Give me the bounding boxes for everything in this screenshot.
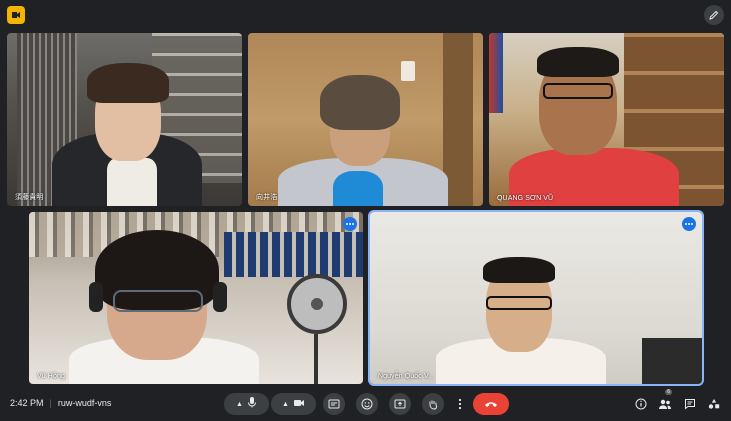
electric-fan — [287, 274, 347, 334]
participant-name: QUANG SƠN VŨ — [497, 195, 554, 202]
binders — [224, 232, 363, 277]
raise-hand-icon — [429, 400, 437, 410]
captions-icon — [328, 399, 340, 409]
flag — [489, 33, 503, 113]
more-options-button[interactable] — [449, 393, 471, 415]
clock-time: 2:42 PM — [10, 398, 44, 408]
chat-button[interactable] — [681, 395, 699, 413]
person-shirt — [107, 158, 157, 206]
participant-tile[interactable]: 須藤貴明 — [7, 33, 242, 206]
chevron-up-icon[interactable]: ▲ — [236, 401, 243, 408]
more-vert-icon — [458, 398, 462, 410]
fan-stand — [314, 334, 318, 384]
meet-logo-icon — [7, 6, 25, 24]
participant-name: Nguyễn Quốc V... — [378, 373, 435, 380]
participant-name: 須藤貴明 — [15, 194, 44, 201]
captions-button[interactable] — [323, 393, 345, 415]
emoji-icon — [361, 398, 373, 410]
speaking-indicator-icon — [343, 217, 357, 231]
people-count-badge: 6 — [665, 389, 672, 395]
more-options-icon[interactable] — [682, 217, 696, 231]
participant-name: 向井浩 — [256, 194, 278, 201]
meeting-details-button[interactable] — [632, 395, 650, 413]
participant-tile[interactable]: QUANG SƠN VŨ — [489, 33, 724, 206]
glasses — [486, 296, 552, 310]
camera-control[interactable]: ▲ — [271, 393, 316, 415]
camera-icon[interactable] — [293, 395, 305, 413]
person-hair — [537, 47, 619, 77]
participant-tile[interactable]: 向井浩 — [248, 33, 483, 206]
meeting-info: 2:42 PM | ruw-wudf-vns — [10, 398, 111, 408]
people-icon — [659, 399, 671, 409]
glasses — [543, 83, 613, 99]
participant-name: Vũ Hồng — [37, 373, 65, 380]
person-hair — [320, 75, 400, 130]
meeting-code: ruw-wudf-vns — [57, 398, 112, 408]
light-switch — [401, 61, 415, 81]
mic-icon[interactable] — [247, 395, 257, 413]
end-call-button[interactable] — [473, 393, 509, 415]
activities-icon — [708, 399, 720, 409]
end-call-icon — [485, 402, 497, 407]
person-hair — [483, 257, 555, 283]
headset — [213, 282, 227, 312]
info-icon — [635, 398, 647, 410]
present-button[interactable] — [389, 393, 411, 415]
participant-tile[interactable]: Nguyễn Quốc V... — [370, 212, 702, 384]
person-hair — [87, 63, 169, 103]
mic-control[interactable]: ▲ — [224, 393, 269, 415]
emoji-button[interactable] — [356, 393, 378, 415]
raise-hand-button[interactable] — [422, 393, 444, 415]
divider: | — [49, 398, 52, 408]
chair — [642, 338, 702, 384]
headset — [89, 282, 103, 312]
activities-button[interactable] — [705, 395, 723, 413]
edit-layout-icon[interactable] — [704, 5, 724, 25]
people-button[interactable]: 6 — [656, 389, 674, 413]
chat-icon — [685, 399, 695, 410]
present-icon — [394, 399, 406, 409]
participant-tile[interactable]: Vũ Hồng — [29, 212, 363, 384]
chevron-up-icon[interactable]: ▲ — [282, 401, 289, 408]
person-shirt — [333, 171, 383, 206]
glasses — [113, 290, 203, 312]
